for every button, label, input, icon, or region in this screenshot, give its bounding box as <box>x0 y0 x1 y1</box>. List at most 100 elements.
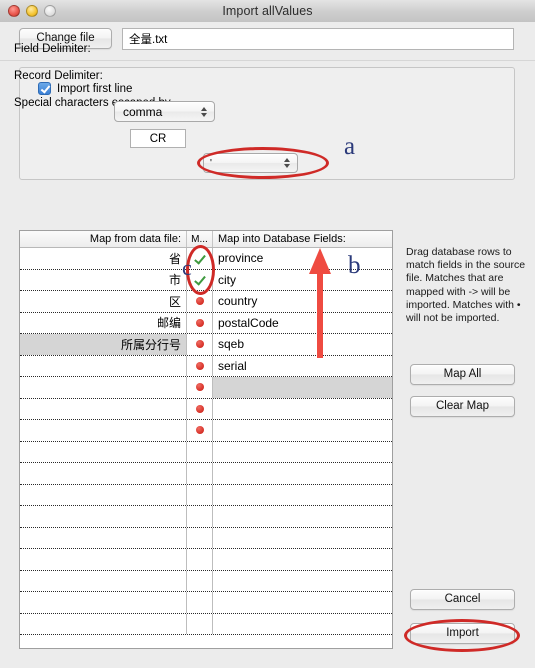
table-body: 省 province 市 city 区 country 邮编 postalCode 所属分行号 s… <box>20 248 392 635</box>
cell-source-field[interactable]: 市 <box>20 269 187 290</box>
not-mapped-dot-icon <box>195 383 204 392</box>
record-delimiter-field[interactable]: CR <box>130 129 186 148</box>
cell-source-field[interactable] <box>20 570 187 591</box>
cell-database-field[interactable] <box>213 377 392 398</box>
cell-map-indicator[interactable] <box>187 291 213 312</box>
table-row[interactable]: serial <box>20 355 392 377</box>
cell-source-field[interactable] <box>20 377 187 398</box>
cell-source-field[interactable]: 邮编 <box>20 312 187 333</box>
table-row[interactable]: 所属分行号 sqeb <box>20 334 392 356</box>
table-row[interactable] <box>20 463 392 485</box>
escape-character-value: ' <box>210 157 212 169</box>
table-row[interactable] <box>20 398 392 420</box>
chevron-up-icon <box>201 106 207 111</box>
cell-source-field[interactable] <box>20 484 187 505</box>
cell-map-indicator[interactable] <box>187 248 213 269</box>
cell-database-field[interactable] <box>213 420 392 441</box>
cell-map-indicator[interactable] <box>187 570 213 591</box>
table-row[interactable] <box>20 506 392 528</box>
chevron-down-icon <box>284 164 290 168</box>
table-row[interactable]: 省 province <box>20 248 392 270</box>
cell-map-indicator[interactable] <box>187 484 213 505</box>
cell-database-field[interactable] <box>213 399 392 420</box>
table-row[interactable]: 市 city <box>20 269 392 291</box>
not-mapped-dot-icon <box>195 318 204 327</box>
cell-map-indicator[interactable] <box>187 398 213 419</box>
cell-source-field[interactable] <box>20 463 187 484</box>
cell-database-field[interactable] <box>213 571 392 592</box>
close-button-icon[interactable] <box>8 5 20 17</box>
cell-map-indicator[interactable] <box>187 355 213 376</box>
cell-database-field[interactable] <box>213 442 392 463</box>
table-row[interactable] <box>20 613 392 635</box>
table-row[interactable] <box>20 377 392 399</box>
zoom-button-icon[interactable] <box>44 5 56 17</box>
cell-database-field[interactable]: serial <box>213 356 392 377</box>
table-row[interactable] <box>20 592 392 614</box>
cell-source-field[interactable] <box>20 398 187 419</box>
not-mapped-dot-icon <box>195 361 204 370</box>
cell-database-field[interactable]: postalCode <box>213 313 392 334</box>
cell-database-field[interactable]: sqeb <box>213 334 392 355</box>
cell-database-field[interactable] <box>213 592 392 613</box>
cell-database-field[interactable] <box>213 485 392 506</box>
cell-source-field[interactable] <box>20 527 187 548</box>
minimize-button-icon[interactable] <box>26 5 38 17</box>
cell-map-indicator[interactable] <box>187 549 213 570</box>
cell-map-indicator[interactable] <box>187 420 213 441</box>
cell-map-indicator[interactable] <box>187 334 213 355</box>
cell-database-field[interactable] <box>213 614 392 635</box>
table-row[interactable] <box>20 527 392 549</box>
table-row[interactable] <box>20 420 392 442</box>
field-mapping-table[interactable]: Map from data file: M... Map into Databa… <box>19 230 393 649</box>
table-row[interactable]: 邮编 postalCode <box>20 312 392 334</box>
table-row[interactable] <box>20 484 392 506</box>
cell-source-field[interactable] <box>20 592 187 613</box>
import-button[interactable]: Import <box>410 623 515 644</box>
cell-source-field[interactable] <box>20 613 187 634</box>
cell-database-field[interactable]: country <box>213 291 392 312</box>
clear-map-button[interactable]: Clear Map <box>410 396 515 417</box>
cell-map-indicator[interactable] <box>187 527 213 548</box>
file-path-field[interactable]: 全量.txt <box>122 28 514 50</box>
cell-database-field[interactable]: province <box>213 248 392 269</box>
cell-source-field[interactable]: 省 <box>20 248 187 269</box>
cell-source-field[interactable] <box>20 420 187 441</box>
cell-source-field[interactable] <box>20 355 187 376</box>
cell-database-field[interactable] <box>213 506 392 527</box>
import-first-line-checkbox[interactable] <box>38 82 51 95</box>
cell-map-indicator[interactable] <box>187 592 213 613</box>
field-delimiter-value: comma <box>123 104 163 119</box>
cell-source-field[interactable] <box>20 506 187 527</box>
cell-source-field[interactable]: 所属分行号 <box>20 334 187 355</box>
table-row[interactable] <box>20 441 392 463</box>
cell-map-indicator[interactable] <box>187 269 213 290</box>
table-row[interactable]: 区 country <box>20 291 392 313</box>
cell-database-field[interactable] <box>213 463 392 484</box>
cell-database-field[interactable]: city <box>213 270 392 291</box>
table-header-row: Map from data file: M... Map into Databa… <box>20 231 392 248</box>
record-delimiter-label: Record Delimiter: <box>14 70 103 82</box>
cell-database-field[interactable] <box>213 528 392 549</box>
cell-map-indicator[interactable] <box>187 613 213 634</box>
not-mapped-dot-icon <box>195 297 204 306</box>
cell-source-field[interactable] <box>20 549 187 570</box>
cell-database-field[interactable] <box>213 549 392 570</box>
stepper-arrows-icon[interactable] <box>284 158 290 168</box>
cell-map-indicator[interactable] <box>187 463 213 484</box>
cell-source-field[interactable]: 区 <box>20 291 187 312</box>
cell-source-field[interactable] <box>20 441 187 462</box>
import-first-line-row[interactable]: Import first line <box>38 82 132 95</box>
table-row[interactable] <box>20 549 392 571</box>
cell-map-indicator[interactable] <box>187 377 213 398</box>
window-title: Import allValues <box>222 4 313 18</box>
table-row[interactable] <box>20 570 392 592</box>
cell-map-indicator[interactable] <box>187 441 213 462</box>
map-all-button[interactable]: Map All <box>410 364 515 385</box>
cell-map-indicator[interactable] <box>187 506 213 527</box>
stepper-arrows-icon[interactable] <box>201 106 207 117</box>
escape-character-select[interactable]: ' <box>203 153 298 173</box>
field-delimiter-select[interactable]: comma <box>114 101 215 122</box>
cell-map-indicator[interactable] <box>187 312 213 333</box>
cancel-button[interactable]: Cancel <box>410 589 515 610</box>
